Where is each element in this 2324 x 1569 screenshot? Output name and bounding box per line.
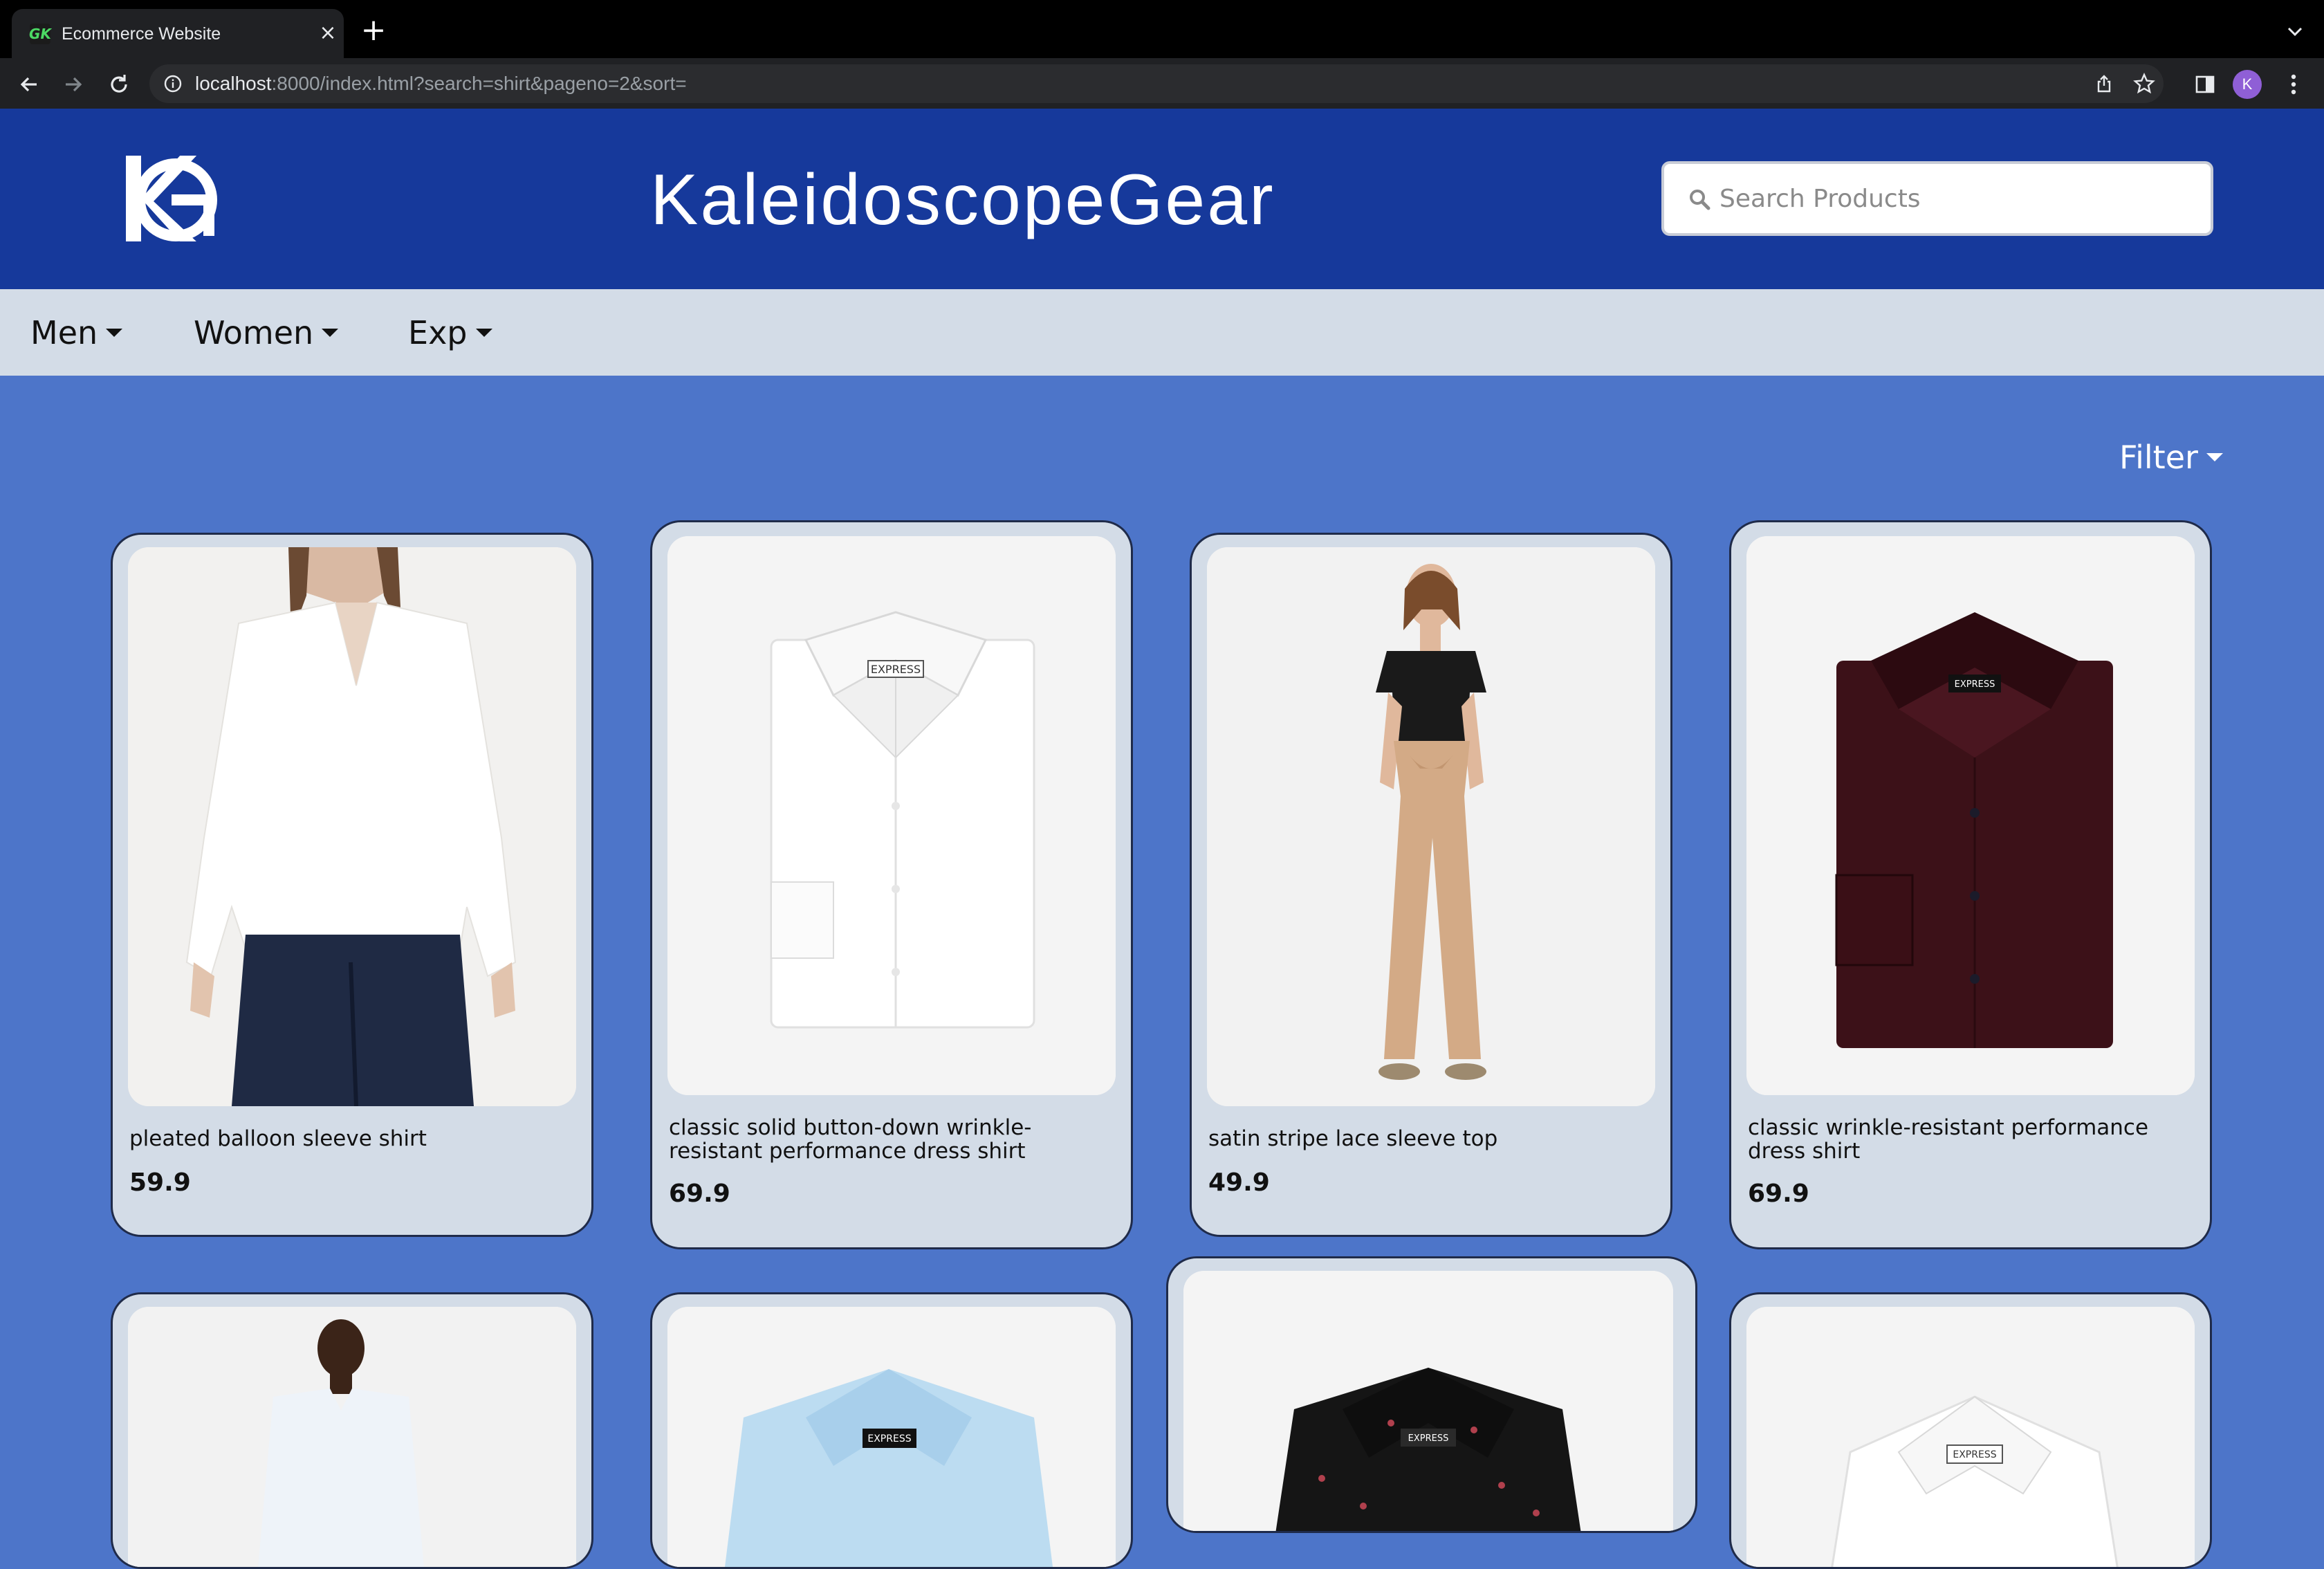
- product-image[interactable]: EXPRESS: [1746, 1307, 2195, 1567]
- product-price: 49.9: [1208, 1168, 1270, 1197]
- favicon-icon: GK: [29, 24, 51, 44]
- filter-label: Filter: [2119, 439, 2198, 476]
- product-card[interactable]: EXPRESS: [650, 1292, 1133, 1569]
- nav-item-label: Women: [194, 314, 314, 351]
- search-input[interactable]: [1719, 176, 2190, 221]
- product-card[interactable]: EXPRESS: [1729, 1292, 2212, 1569]
- caret-down-icon: [322, 329, 339, 337]
- caret-down-icon: [475, 329, 492, 337]
- product-image[interactable]: EXPRESS: [667, 536, 1116, 1095]
- product-image[interactable]: [128, 547, 576, 1106]
- forward-icon[interactable]: [58, 69, 89, 100]
- filter-dropdown[interactable]: Filter: [2119, 433, 2223, 481]
- side-panel-icon[interactable]: [2191, 71, 2219, 98]
- url-path: :8000/index.html?search=shirt&pageno=2&s…: [271, 73, 687, 94]
- svg-text:EXPRESS: EXPRESS: [1955, 679, 1995, 690]
- product-price: 69.9: [1748, 1180, 1809, 1208]
- profile-avatar[interactable]: K: [2233, 70, 2262, 99]
- url-text: localhost:8000/index.html?search=shirt&p…: [195, 73, 687, 95]
- back-icon[interactable]: [14, 69, 44, 100]
- svg-text:EXPRESS: EXPRESS: [1953, 1449, 1996, 1460]
- product-card[interactable]: EXPRESS classic solid button-down wrinkl…: [650, 520, 1133, 1249]
- product-card[interactable]: EXPRESS classic wrinkle-resistant perfor…: [1729, 520, 2212, 1249]
- address-bar[interactable]: localhost:8000/index.html?search=shirt&p…: [149, 64, 2164, 103]
- close-tab-icon[interactable]: ×: [316, 21, 340, 45]
- caret-down-icon: [106, 329, 123, 337]
- product-image[interactable]: EXPRESS: [1746, 536, 2195, 1095]
- svg-text:EXPRESS: EXPRESS: [871, 663, 921, 676]
- product-image[interactable]: [128, 1307, 576, 1567]
- info-icon[interactable]: [163, 74, 183, 93]
- chevron-down-icon[interactable]: [2282, 19, 2307, 44]
- product-card[interactable]: [111, 1292, 593, 1569]
- nav-item-men[interactable]: Men: [30, 309, 123, 357]
- product-name[interactable]: pleated balloon sleeve shirt: [129, 1127, 579, 1150]
- product-price: 69.9: [669, 1180, 730, 1208]
- category-nav: Men Women Exp: [0, 289, 2324, 376]
- product-image[interactable]: EXPRESS: [1183, 1271, 1673, 1531]
- nav-item-women[interactable]: Women: [194, 309, 339, 357]
- reload-icon[interactable]: [104, 69, 134, 100]
- caret-down-icon: [2206, 453, 2223, 461]
- kg-logo-icon[interactable]: [126, 150, 217, 247]
- svg-text:EXPRESS: EXPRESS: [1408, 1433, 1449, 1444]
- browser-toolbar: localhost:8000/index.html?search=shirt&p…: [0, 58, 2324, 109]
- product-card[interactable]: satin stripe lace sleeve top 49.9: [1190, 533, 1672, 1237]
- search-icon: [1688, 187, 1711, 211]
- tab-title: Ecommerce Website: [62, 24, 221, 44]
- url-host: localhost: [195, 73, 272, 94]
- product-name[interactable]: satin stripe lace sleeve top: [1208, 1127, 1658, 1150]
- nav-item-label: Exp: [408, 314, 468, 351]
- more-menu-icon[interactable]: [2280, 71, 2307, 98]
- product-image[interactable]: EXPRESS: [667, 1307, 1116, 1567]
- product-name[interactable]: classic wrinkle-resistant performance dr…: [1748, 1116, 2197, 1163]
- share-icon[interactable]: [2092, 71, 2116, 96]
- nav-item-label: Men: [30, 314, 98, 351]
- product-name[interactable]: classic solid button-down wrinkle-resist…: [669, 1116, 1118, 1163]
- brand-name[interactable]: KaleidoscopeGear: [650, 152, 1273, 248]
- new-tab-icon[interactable]: +: [360, 15, 387, 46]
- bookmark-star-icon[interactable]: [2132, 71, 2157, 96]
- product-card[interactable]: pleated balloon sleeve shirt 59.9: [111, 533, 593, 1237]
- site-header: KaleidoscopeGear: [0, 109, 2324, 289]
- browser-tab-strip: GK Ecommerce Website × +: [0, 0, 2324, 58]
- browser-tab[interactable]: GK Ecommerce Website ×: [12, 9, 344, 58]
- product-card[interactable]: EXPRESS: [1166, 1256, 1697, 1533]
- search-box[interactable]: [1661, 161, 2213, 236]
- nav-item-exp[interactable]: Exp: [408, 309, 492, 357]
- product-image[interactable]: [1207, 547, 1655, 1106]
- product-price: 59.9: [129, 1168, 191, 1197]
- svg-text:EXPRESS: EXPRESS: [867, 1433, 911, 1444]
